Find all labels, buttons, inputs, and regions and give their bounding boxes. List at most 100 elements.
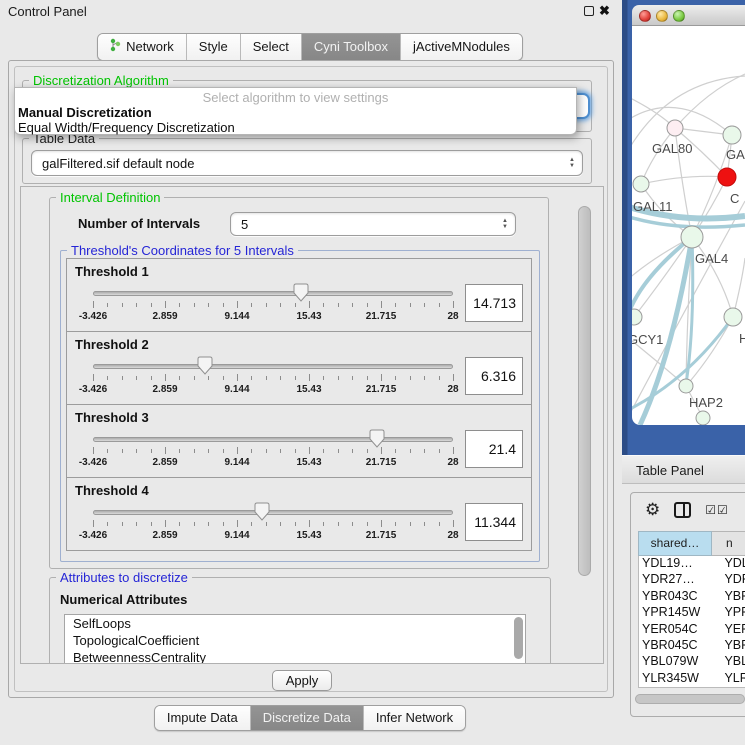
network-node-h[interactable] <box>724 308 742 326</box>
threshold-value-field[interactable]: 11.344 <box>465 503 523 541</box>
tab-select[interactable]: Select <box>241 34 302 60</box>
top-tab-bar: NetworkStyleSelect Cyni Toolbox jActiveMNo… <box>97 33 523 61</box>
close-traffic-icon[interactable] <box>639 10 651 22</box>
tab-infer-network[interactable]: Infer Network <box>364 706 465 730</box>
cell-name[interactable]: YDL1 <box>711 556 745 572</box>
slider-track[interactable] <box>93 364 453 369</box>
close-icon[interactable]: ✖ <box>599 3 610 19</box>
threshold-row-4: Threshold 4-3.4262.8599.14415.4321.71528… <box>66 477 532 551</box>
cell-name[interactable]: YBR0 <box>711 589 745 605</box>
table-row[interactable]: YPR145WYPR1 <box>639 605 745 621</box>
slider-handle[interactable] <box>197 356 213 379</box>
tab-impute-data[interactable]: Impute Data <box>155 706 251 730</box>
table-row[interactable]: YDL19…YDL1 <box>639 556 745 572</box>
cell-shared-name[interactable]: YIL052C <box>639 687 711 688</box>
settings-scrollbar-thumb[interactable] <box>578 206 591 576</box>
number-of-intervals-combobox[interactable]: 5 ▲▼ <box>230 212 516 236</box>
apply-button[interactable]: Apply <box>272 670 332 691</box>
network-node-hap2[interactable] <box>679 379 693 393</box>
attributes-group-label: Attributes to discretize <box>56 570 192 585</box>
node-label: HAP2 <box>689 395 723 410</box>
numerical-attributes-list[interactable]: SelfLoopsTopologicalCoefficientBetweenne… <box>64 614 526 664</box>
tab-style[interactable]: Style <box>187 34 241 60</box>
table-row[interactable]: YBL079WYBL0 <box>639 654 745 670</box>
table-hscrollbar-thumb[interactable] <box>635 694 745 704</box>
network-canvas[interactable]: GAL80GACGAL11GAL4GCY1HHAP2 <box>632 26 745 425</box>
network-node-c[interactable] <box>718 168 736 186</box>
cell-shared-name[interactable]: YBR045C <box>639 638 711 654</box>
minimize-traffic-icon[interactable] <box>656 10 668 22</box>
column-header-shared-name[interactable]: shared… <box>638 531 712 556</box>
network-window: GAL80GACGAL11GAL4GCY1HHAP2 <box>632 5 745 425</box>
network-node-gal4[interactable] <box>681 226 703 248</box>
attribute-list-item[interactable]: SelfLoops <box>65 615 525 632</box>
slider-track[interactable] <box>93 291 453 296</box>
cell-name[interactable]: YLR3 <box>711 671 745 687</box>
cell-name[interactable]: YDR2 <box>711 572 745 588</box>
popup-item-manual[interactable]: Manual Discretization <box>18 105 152 120</box>
cell-name[interactable]: YER0 <box>711 622 745 638</box>
table-toolbar: ⚙ ☑☑ <box>631 493 745 527</box>
attribute-list-item[interactable]: TopologicalCoefficient <box>65 632 525 649</box>
threshold-slider[interactable]: -3.4262.8599.14415.4321.71528 <box>93 281 453 325</box>
cell-name[interactable]: YPR1 <box>711 605 745 621</box>
cell-name[interactable]: YBL0 <box>711 654 745 670</box>
network-node-gal11[interactable] <box>633 176 649 192</box>
discretization-algorithm-label: Discretization Algorithm <box>29 73 173 88</box>
cell-name[interactable]: YIL0 <box>711 687 745 688</box>
table-row[interactable]: YBR045CYBR0 <box>639 638 745 654</box>
checkbox-icons[interactable]: ☑☑ <box>705 503 729 517</box>
cell-name[interactable]: YBR0 <box>711 638 745 654</box>
slider-ticks <box>93 301 453 310</box>
threshold-value-field[interactable]: 6.316 <box>465 357 523 395</box>
column-header-name[interactable]: n <box>712 531 745 556</box>
slider-handle[interactable] <box>254 502 270 525</box>
bottom-tab-bar: Impute DataDiscretize DataInfer Network <box>154 705 466 731</box>
network-node[interactable] <box>696 411 710 425</box>
node-label: H <box>739 331 745 346</box>
threshold-slider[interactable]: -3.4262.8599.14415.4321.71528 <box>93 354 453 398</box>
cell-shared-name[interactable]: YBL079W <box>639 654 711 670</box>
slider-tick-labels: -3.4262.8599.14415.4321.71528 <box>93 384 453 396</box>
attribute-list-item[interactable]: BetweennessCentrality <box>65 649 525 664</box>
threshold-value-field[interactable]: 14.713 <box>465 284 523 322</box>
slider-handle[interactable] <box>293 283 309 306</box>
slider-ticks <box>93 374 453 383</box>
slider-handle[interactable] <box>369 429 385 452</box>
list-scrollbar-thumb[interactable] <box>514 617 523 659</box>
threshold-slider[interactable]: -3.4262.8599.14415.4321.71528 <box>93 500 453 544</box>
interval-definition-group: Interval Definition Number of Intervals … <box>49 197 549 569</box>
network-node-gal80[interactable] <box>667 120 683 136</box>
slider-track[interactable] <box>93 437 453 442</box>
network-node-ga[interactable] <box>723 126 741 144</box>
popup-item-equal-width[interactable]: Equal Width/Frequency Discretization <box>18 120 235 135</box>
network-node-gcy1[interactable] <box>632 309 642 325</box>
cell-shared-name[interactable]: YPR145W <box>639 605 711 621</box>
table-row[interactable]: YDR27…YDR2 <box>639 572 745 588</box>
table-row[interactable]: YIL052CYIL0 <box>639 687 745 688</box>
tab-network[interactable]: Network <box>98 34 187 60</box>
table-row[interactable]: YER054CYER0 <box>639 622 745 638</box>
zoom-traffic-icon[interactable] <box>673 10 685 22</box>
tab-label: Cyni Toolbox <box>314 39 388 54</box>
cell-shared-name[interactable]: YER054C <box>639 622 711 638</box>
threshold-slider[interactable]: -3.4262.8599.14415.4321.71528 <box>93 427 453 471</box>
cell-shared-name[interactable]: YBR043C <box>639 589 711 605</box>
tab-jactivemnodules[interactable]: jActiveMNodules <box>401 34 522 60</box>
split-columns-icon[interactable] <box>674 502 691 518</box>
slider-track[interactable] <box>93 510 453 515</box>
table-row[interactable]: YBR043CYBR0 <box>639 589 745 605</box>
cell-shared-name[interactable]: YDL19… <box>639 556 711 572</box>
float-window-icon[interactable] <box>584 6 594 16</box>
table-data-combobox[interactable]: galFiltered.sif default node ▲▼ <box>31 150 583 176</box>
threshold-value-field[interactable]: 21.4 <box>465 430 523 468</box>
table-panel-title: Table Panel <box>636 463 704 478</box>
gear-icon[interactable]: ⚙ <box>645 500 660 520</box>
table-panel-titlebar: Table Panel <box>622 455 745 484</box>
tab-cyni-toolbox[interactable]: Cyni Toolbox <box>302 34 401 60</box>
tab-discretize-data[interactable]: Discretize Data <box>251 706 364 730</box>
network-window-titlebar[interactable] <box>632 5 745 26</box>
cell-shared-name[interactable]: YLR345W <box>639 671 711 687</box>
table-row[interactable]: YLR345WYLR3 <box>639 671 745 687</box>
cell-shared-name[interactable]: YDR27… <box>639 572 711 588</box>
